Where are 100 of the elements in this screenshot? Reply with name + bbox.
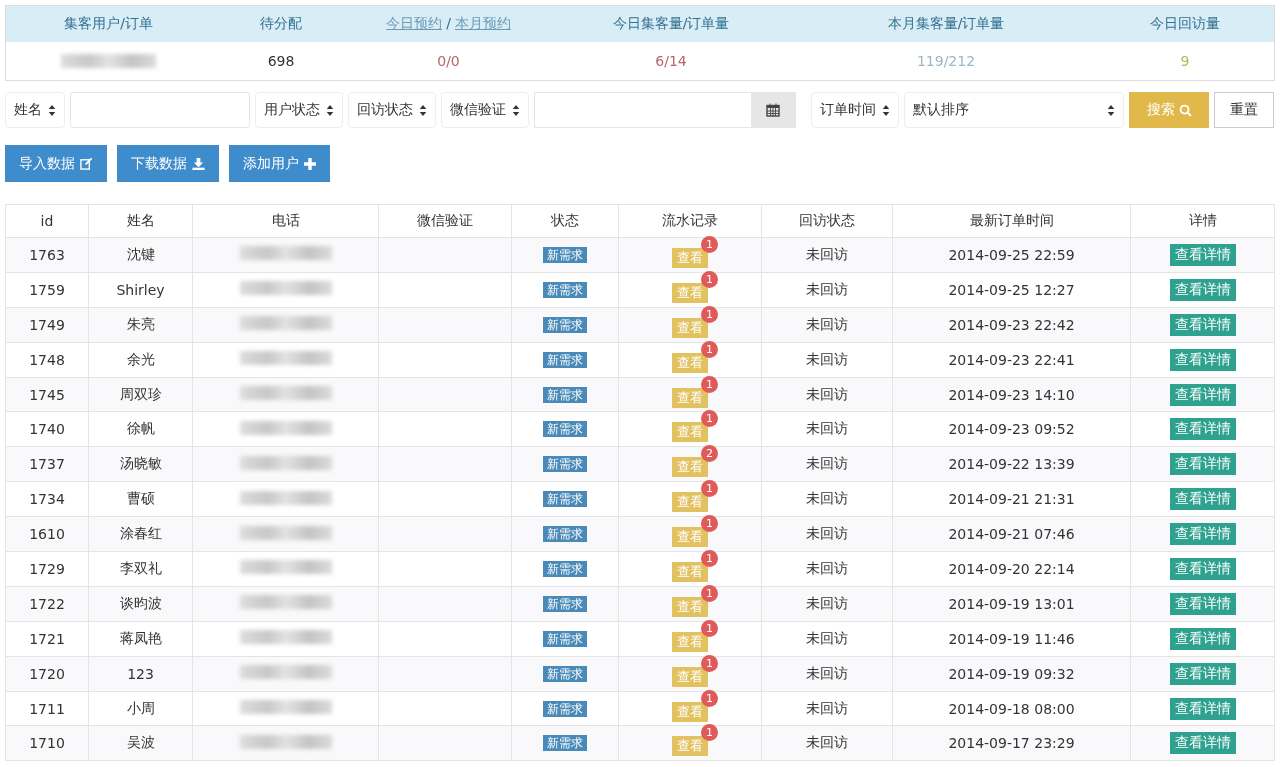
detail-button[interactable]: 查看详情 [1169, 383, 1236, 406]
separator: / [446, 15, 451, 33]
status-tag: 新需求 [543, 281, 587, 298]
select-field[interactable]: 微信验证 [441, 92, 529, 128]
table-cell: 汤晓敏 [88, 446, 193, 482]
column-header: 回访状态 [761, 204, 893, 238]
input-field[interactable] [70, 92, 250, 128]
view-button[interactable]: 查看 [672, 247, 708, 268]
table-cell: 蒋凤艳 [88, 621, 193, 657]
column-header: 流水记录 [618, 204, 762, 238]
table-cell: 未回访 [761, 656, 893, 692]
view-button[interactable]: 查看 [672, 561, 708, 582]
status-tag: 新需求 [543, 316, 587, 333]
table-cell: 1720 [5, 656, 89, 692]
search-icon [1178, 103, 1192, 117]
view-button[interactable]: 查看 [672, 736, 708, 757]
column-header: 姓名 [88, 204, 193, 238]
table-cell: 2014-09-23 09:52 [892, 411, 1131, 447]
select-field[interactable]: 回访状态 [348, 92, 436, 128]
table-cell: 2014-09-25 22:59 [892, 237, 1131, 273]
view-button[interactable]: 查看 [672, 701, 708, 722]
summary-value: 6/14 [655, 53, 687, 69]
status-tag: 新需求 [543, 491, 587, 508]
view-button[interactable]: 查看 [672, 457, 708, 478]
header-link[interactable]: 本月预约 [454, 15, 511, 33]
reset-button[interactable]: 重置 [1214, 92, 1274, 128]
summary-value: 119/212 [916, 53, 976, 69]
status-tag: 新需求 [543, 700, 587, 717]
table-cell: 2014-09-25 12:27 [892, 272, 1131, 308]
sort-arrows-icon [512, 103, 520, 117]
action-button[interactable]: 下载数据 [117, 145, 219, 182]
count-badge: 1 [701, 235, 718, 253]
select-field[interactable]: 用户状态 [255, 92, 343, 128]
table-cell: 2014-09-19 11:46 [892, 621, 1131, 657]
view-button[interactable]: 查看 [672, 282, 708, 303]
header-link[interactable]: 今日预约 [386, 15, 443, 33]
table-cell: 2014-09-18 08:00 [892, 691, 1131, 726]
detail-button[interactable]: 查看详情 [1169, 243, 1236, 266]
table-cell: 朱亮 [88, 307, 193, 343]
detail-button[interactable]: 查看详情 [1169, 592, 1236, 615]
count-badge: 1 [701, 480, 718, 498]
table-cell: 1729 [5, 551, 89, 587]
count-badge: 1 [701, 410, 718, 428]
view-button[interactable]: 查看 [672, 666, 708, 687]
table-cell: 2014-09-23 22:41 [892, 342, 1131, 378]
table-cell: 未回访 [761, 691, 893, 726]
column-header: 今日集客量/订单量 [612, 15, 730, 33]
select-field[interactable]: 默认排序 [904, 92, 1124, 128]
detail-button[interactable]: 查看详情 [1169, 732, 1236, 755]
view-button[interactable]: 查看 [672, 317, 708, 338]
table-cell: 1721 [5, 621, 89, 657]
view-button[interactable]: 查看 [672, 352, 708, 373]
column-header: 状态 [511, 204, 619, 238]
table-cell: 2014-09-17 23:29 [892, 725, 1131, 761]
detail-button[interactable]: 查看详情 [1169, 557, 1236, 580]
status-tag: 新需求 [543, 665, 587, 682]
select-field[interactable]: 订单时间 [811, 92, 899, 128]
table-cell: 涂春红 [88, 516, 193, 552]
action-button[interactable]: 添加用户 [229, 145, 330, 182]
view-button[interactable]: 查看 [672, 527, 708, 548]
table-cell: 1710 [5, 725, 89, 761]
table-cell: 1749 [5, 307, 89, 343]
detail-button[interactable]: 查看详情 [1169, 418, 1236, 441]
detail-button[interactable]: 查看详情 [1169, 627, 1236, 650]
status-tag: 新需求 [543, 526, 587, 543]
detail-button[interactable]: 查看详情 [1169, 697, 1236, 720]
summary-value: 9 [1180, 53, 1190, 69]
date-field[interactable] [534, 92, 796, 128]
search-button[interactable]: 搜索 [1129, 92, 1209, 128]
view-button[interactable]: 查看 [672, 492, 708, 513]
table-cell: 未回访 [761, 481, 893, 517]
sort-arrows-icon [419, 103, 427, 117]
column-header: 电话 [192, 204, 379, 238]
table-cell: 1740 [5, 411, 89, 447]
select-field[interactable]: 姓名 [5, 92, 65, 128]
plus-icon [304, 157, 316, 170]
table-cell: 2014-09-23 22:42 [892, 307, 1131, 343]
column-header: 待分配 [260, 15, 302, 33]
view-button[interactable]: 查看 [672, 387, 708, 408]
edit-icon [80, 157, 93, 170]
table-cell: 未回访 [761, 411, 893, 447]
detail-button[interactable]: 查看详情 [1169, 278, 1236, 301]
table-cell: 未回访 [761, 377, 893, 412]
action-button[interactable]: 导入数据 [5, 145, 107, 182]
table-cell: 2014-09-21 21:31 [892, 481, 1131, 517]
detail-button[interactable]: 查看详情 [1169, 348, 1236, 371]
table-cell: 2014-09-20 22:14 [892, 551, 1131, 587]
table-cell: 1763 [5, 237, 89, 273]
status-tag: 新需求 [543, 351, 587, 368]
detail-button[interactable]: 查看详情 [1169, 313, 1236, 336]
summary-value: 698 [267, 53, 295, 69]
view-button[interactable]: 查看 [672, 631, 708, 652]
detail-button[interactable]: 查看详情 [1169, 453, 1236, 476]
view-button[interactable]: 查看 [672, 596, 708, 617]
table-cell: 曹硕 [88, 481, 193, 517]
view-button[interactable]: 查看 [672, 422, 708, 443]
detail-button[interactable]: 查看详情 [1169, 523, 1236, 546]
detail-button[interactable]: 查看详情 [1169, 488, 1236, 511]
table-cell: 2014-09-22 13:39 [892, 446, 1131, 482]
detail-button[interactable]: 查看详情 [1169, 662, 1236, 685]
